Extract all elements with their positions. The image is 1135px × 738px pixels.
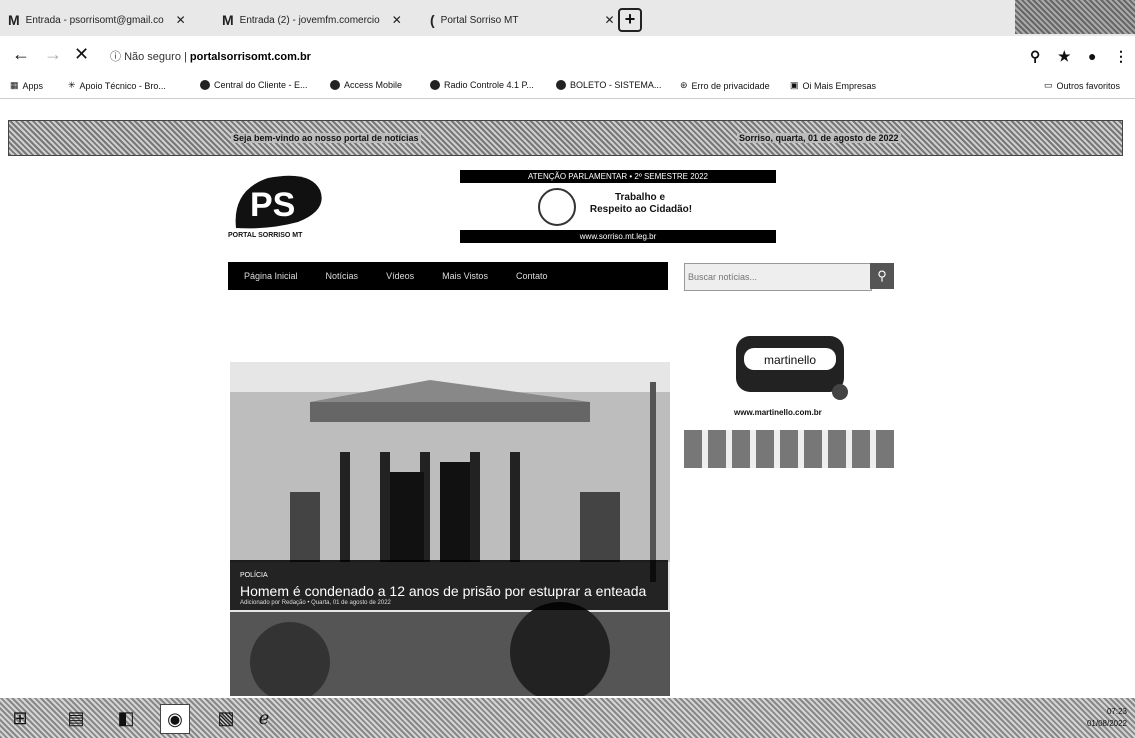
url-text: portalsorrisomt.com.br <box>189 51 311 63</box>
logo-mark: PS <box>250 186 295 224</box>
forward-icon[interactable]: → <box>44 44 62 65</box>
close-icon[interactable]: ✕ <box>604 13 614 27</box>
ad-url[interactable]: www.martinello.com.br <box>734 408 822 417</box>
banner-slogan-2: Respeito ao Cidadão! <box>589 204 693 215</box>
menu-icon[interactable]: ⋮ <box>1114 48 1128 65</box>
file-explorer-icon[interactable]: ▤ <box>62 704 90 732</box>
bookmark-item[interactable]: ✳ Apoio Técnico - Bro... <box>68 80 166 91</box>
window-controls[interactable] <box>1015 0 1135 34</box>
profile-icon[interactable]: ● <box>1088 48 1096 64</box>
folder-icon: ▭ <box>1044 80 1053 90</box>
bookmark-item[interactable]: Access Mobile <box>330 80 402 90</box>
nav-home[interactable]: Página Inicial <box>244 271 298 281</box>
new-tab-button[interactable]: + <box>618 8 642 32</box>
stop-icon[interactable]: ✕ <box>74 44 89 65</box>
banner-bottom: www.sorriso.mt.leg.br <box>460 230 776 243</box>
council-banner[interactable]: ATENÇÃO PARLAMENTAR • 2º SEMESTRE 2022 T… <box>460 168 776 248</box>
banner-slogan-1: Trabalho e <box>614 192 665 203</box>
gmail-icon: M <box>222 12 234 28</box>
welcome-text: Seja bem-vindo ao nosso portal de notíci… <box>231 133 421 143</box>
headline-meta: Adicionado por Redação • Quarta, 01 de a… <box>240 600 391 606</box>
security-label: Não seguro <box>124 51 181 63</box>
clock-date: 01/08/2022 <box>1086 719 1127 728</box>
bookmark-other[interactable]: ▭ Outros favoritos <box>1044 80 1120 91</box>
main-nav: Página Inicial Notícias Vídeos Mais Vist… <box>228 262 668 290</box>
nav-contact[interactable]: Contato <box>516 271 548 281</box>
search-icon[interactable]: ⚲ <box>1030 48 1040 65</box>
bookmark-item[interactable]: ▣ Oi Mais Empresas <box>790 80 876 91</box>
globe-icon <box>330 80 340 90</box>
loading-icon: ( <box>430 12 435 28</box>
top-ticker: Seja bem-vindo ao nosso portal de notíci… <box>8 120 1123 156</box>
bookmark-item[interactable]: BOLETO - SISTEMA... <box>556 80 661 90</box>
bookmark-apps[interactable]: ▦ Apps <box>10 80 43 91</box>
banner-top: ATENÇÃO PARLAMENTAR • 2º SEMESTRE 2022 <box>460 170 776 183</box>
date-text: Sorriso, quarta, 01 de agosto de 2022 <box>737 133 901 143</box>
system-clock[interactable]: 07:23 01/08/2022 <box>1087 706 1127 730</box>
taskbar: ⊞ ▤ ◧ ◉ ▧ ℯ 07:23 01/08/2022 <box>0 698 1135 738</box>
bookmark-item[interactable]: Central do Cliente - E... <box>200 80 308 90</box>
tab-portal[interactable]: ( Portal Sorriso MT ✕ <box>430 6 615 34</box>
globe-icon <box>430 80 440 90</box>
ad-brand: martinello <box>764 353 816 367</box>
ad-banner-strip[interactable] <box>684 430 894 468</box>
headline-category[interactable]: POLÍCIA <box>240 572 268 579</box>
edge-icon[interactable]: ℯ <box>250 704 278 732</box>
close-icon[interactable]: ✕ <box>392 13 402 27</box>
martinello-ad[interactable]: martinello <box>730 330 850 410</box>
globe-icon <box>200 80 210 90</box>
tab-label: Entrada - psorrisomt@gmail.co <box>25 14 164 26</box>
nav-videos[interactable]: Vídeos <box>386 271 414 281</box>
bookmark-item[interactable]: ⊛ Erro de privacidade <box>680 80 770 91</box>
nav-most-viewed[interactable]: Mais Vistos <box>442 271 488 281</box>
site-logo[interactable]: PS PORTAL SORRISO MT <box>228 170 348 242</box>
nav-news[interactable]: Notícias <box>326 271 359 281</box>
omnibox[interactable]: ⓘ Não seguro | portalsorrisomt.com.br <box>110 48 311 64</box>
chrome-icon[interactable]: ◉ <box>160 704 190 734</box>
search-input[interactable] <box>686 265 866 289</box>
gmail-icon: M <box>8 12 20 28</box>
tab-label: Entrada (2) - jovemfm.comercio <box>239 14 380 26</box>
address-bar: ← → ✕ ⓘ Não seguro | portalsorrisomt.com… <box>0 36 1135 74</box>
apps-icon: ▦ <box>10 80 19 90</box>
media-player-icon[interactable]: ◧ <box>112 704 140 732</box>
search-button[interactable]: ⚲ <box>870 263 894 289</box>
bookmark-item[interactable]: Radio Controle 4.1 P... <box>430 80 534 90</box>
tab-gmail-2[interactable]: M Entrada (2) - jovemfm.comercio ✕ <box>222 6 402 34</box>
tab-label: Portal Sorriso MT <box>440 14 519 26</box>
sparkle-icon: ✳ <box>68 80 76 90</box>
star-icon[interactable]: ★ <box>1058 48 1071 65</box>
clock-time: 07:23 <box>1106 707 1127 716</box>
forum-building-photo <box>230 362 670 696</box>
headline-title[interactable]: Homem é condenado a 12 anos de prisão po… <box>240 583 646 599</box>
globe-icon <box>556 80 566 90</box>
martinello-logo-icon: martinello <box>736 336 848 400</box>
close-icon[interactable]: ✕ <box>176 13 186 27</box>
oi-icon: ▣ <box>790 80 799 90</box>
headline-image[interactable] <box>230 362 670 696</box>
tab-strip: M Entrada - psorrisomt@gmail.co ✕ M Entr… <box>0 0 1135 36</box>
tab-gmail-1[interactable]: M Entrada - psorrisomt@gmail.co ✕ <box>8 6 186 34</box>
search-icon: ⚲ <box>877 268 887 283</box>
warning-icon: ⊛ <box>680 80 688 90</box>
bookmarks-bar: ▦ Apps ✳ Apoio Técnico - Bro... Central do… <box>0 74 1135 99</box>
excel-icon[interactable]: ▧ <box>212 704 240 732</box>
back-icon[interactable]: ← <box>12 44 30 65</box>
logo-caption: PORTAL SORRISO MT <box>228 232 303 239</box>
info-icon[interactable]: ⓘ <box>110 51 121 63</box>
start-icon[interactable]: ⊞ <box>6 704 34 732</box>
